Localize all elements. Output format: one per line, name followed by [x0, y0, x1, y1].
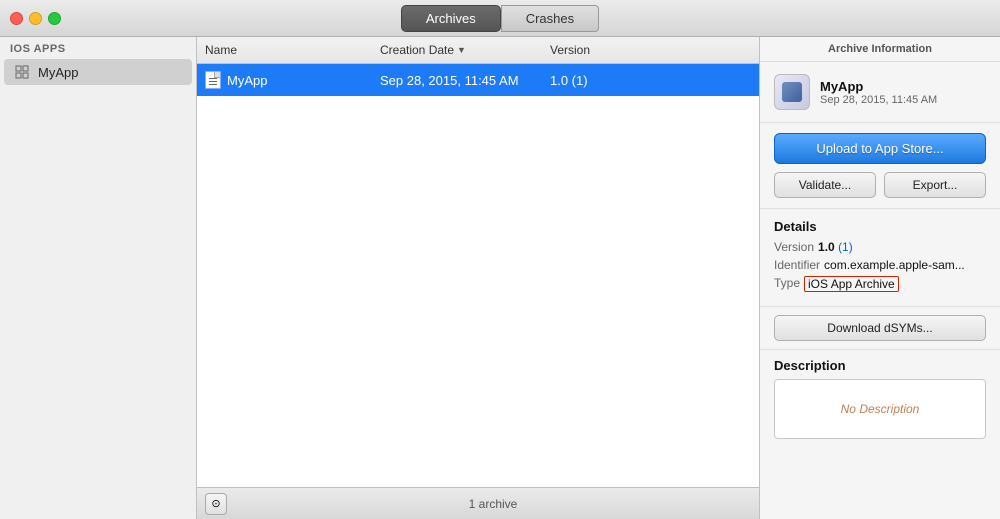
right-panel: Archive Information MyApp Sep 28, 2015, …: [760, 37, 1000, 519]
cell-version: 1.0 (1): [542, 71, 759, 90]
type-label: Type: [774, 276, 800, 292]
sidebar-item-myapp[interactable]: MyApp: [4, 59, 192, 85]
description-box[interactable]: No Description: [774, 379, 986, 439]
details-heading: Details: [774, 219, 986, 234]
sidebar-item-myapp-label: MyApp: [38, 65, 78, 80]
archive-info-header: MyApp Sep 28, 2015, 11:45 AM: [760, 62, 1000, 123]
tab-archives[interactable]: Archives: [401, 5, 501, 32]
identifier-label: Identifier: [774, 258, 820, 272]
filter-button[interactable]: ⊙: [205, 493, 227, 515]
file-icon: [205, 71, 221, 89]
file-list-body: MyApp Sep 28, 2015, 11:45 AM 1.0 (1): [197, 64, 759, 487]
version-label: Version: [774, 240, 814, 254]
panel-section-title: Archive Information: [760, 37, 1000, 62]
download-dsyms-button[interactable]: Download dSYMs...: [774, 315, 986, 341]
column-header-name[interactable]: Name: [197, 41, 372, 59]
detail-row-type: Type iOS App Archive: [774, 276, 986, 292]
app-meta: MyApp Sep 28, 2015, 11:45 AM: [820, 79, 937, 106]
panel-actions: Upload to App Store... Validate... Expor…: [760, 123, 1000, 209]
traffic-lights: [10, 12, 61, 25]
app-icon-inner: [782, 82, 802, 102]
sidebar: iOS Apps MyApp: [0, 37, 197, 519]
maximize-button[interactable]: [48, 12, 61, 25]
column-header-date[interactable]: Creation Date ▼: [372, 41, 542, 59]
sort-arrow-icon: ▼: [457, 45, 466, 55]
identifier-value: com.example.apple-sam...: [824, 258, 965, 272]
app-name: MyApp: [820, 79, 937, 94]
panel-description: Description No Description: [760, 350, 1000, 519]
column-header-version[interactable]: Version: [542, 41, 759, 59]
file-list-footer: ⊙ 1 archive: [197, 487, 759, 519]
sidebar-section-header: iOS Apps: [0, 37, 196, 59]
detail-row-version: Version 1.0 (1): [774, 240, 986, 254]
version-value: 1.0: [818, 240, 835, 254]
file-list: Name Creation Date ▼ Version MyApp: [197, 37, 760, 519]
file-name-label: MyApp: [227, 73, 267, 88]
filter-icon: ⊙: [211, 497, 220, 510]
app-date: Sep 28, 2015, 11:45 AM: [820, 94, 937, 106]
type-value: iOS App Archive: [804, 276, 899, 292]
archive-count-label: 1 archive: [235, 497, 751, 511]
export-button[interactable]: Export...: [884, 172, 986, 198]
close-button[interactable]: [10, 12, 23, 25]
file-list-header: Name Creation Date ▼ Version: [197, 37, 759, 64]
validate-button[interactable]: Validate...: [774, 172, 876, 198]
upload-button[interactable]: Upload to App Store...: [774, 133, 986, 164]
description-heading: Description: [774, 358, 986, 373]
titlebar: Archives Crashes: [0, 0, 1000, 37]
btn-row: Validate... Export...: [774, 172, 986, 198]
cell-name: MyApp: [197, 69, 372, 91]
detail-row-identifier: Identifier com.example.apple-sam...: [774, 258, 986, 272]
version-build: (1): [838, 240, 853, 254]
tab-group: Archives Crashes: [401, 5, 599, 32]
main-layout: iOS Apps MyApp Name Creation Date ▼ Vers…: [0, 37, 1000, 519]
table-row[interactable]: MyApp Sep 28, 2015, 11:45 AM 1.0 (1): [197, 64, 759, 96]
cell-date: Sep 28, 2015, 11:45 AM: [372, 71, 542, 90]
app-icon: [774, 74, 810, 110]
grid-icon: [14, 64, 30, 80]
panel-download: Download dSYMs...: [760, 307, 1000, 350]
minimize-button[interactable]: [29, 12, 42, 25]
panel-details: Details Version 1.0 (1) Identifier com.e…: [760, 209, 1000, 307]
tab-crashes[interactable]: Crashes: [501, 5, 599, 32]
description-placeholder: No Description: [841, 402, 920, 416]
